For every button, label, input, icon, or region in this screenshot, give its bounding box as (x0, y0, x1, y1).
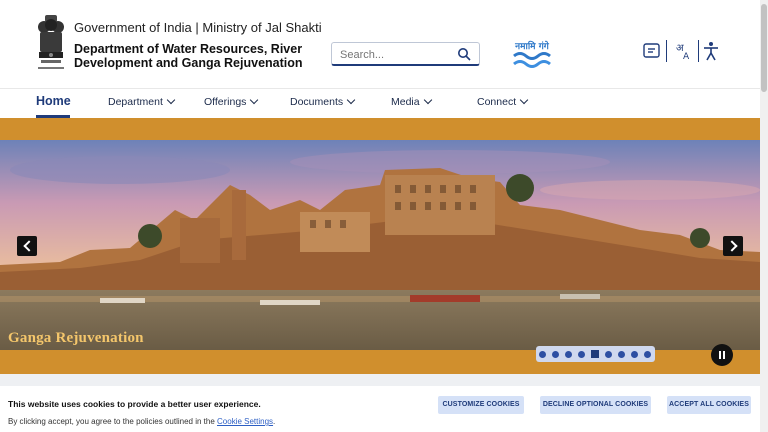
carousel-dot[interactable] (539, 351, 546, 358)
cookie-banner: This website uses cookies to provide a b… (0, 386, 760, 432)
chevron-down-icon (423, 95, 432, 105)
nav-media-label: Media (391, 96, 420, 108)
accept-cookies-button[interactable]: ACCEPT ALL COOKIES (667, 396, 751, 414)
slide-caption: Ganga Rejuvenation (8, 330, 144, 346)
decline-cookies-button[interactable]: DECLINE OPTIONAL COOKIES (540, 396, 651, 414)
carousel-dot[interactable] (578, 351, 585, 358)
cookie-text-before: By clicking accept, you agree to the pol… (8, 417, 218, 426)
department-title[interactable]: Department of Water Resources, River Dev… (74, 42, 324, 70)
nav-department-label: Department (108, 96, 163, 108)
carousel-dot[interactable] (565, 351, 572, 358)
national-emblem-icon[interactable] (34, 13, 68, 75)
cookie-settings-link[interactable]: Cookie Settings (217, 417, 273, 426)
cookie-text: By clicking accept, you agree to the pol… (8, 417, 275, 426)
sitemap-icon[interactable] (642, 40, 662, 62)
chevron-down-icon (346, 95, 356, 105)
accessibility-icon[interactable] (702, 40, 720, 62)
chevron-down-icon (250, 95, 259, 105)
main-navigation: Home Department Offerings Documents Medi… (0, 88, 760, 119)
cookie-title: This website uses cookies to provide a b… (8, 399, 261, 409)
svg-text:नमामि गंगे: नमामि गंगे (514, 40, 550, 52)
carousel-dot[interactable] (605, 351, 612, 358)
language-icon[interactable]: अ A (673, 40, 695, 62)
nav-connect[interactable]: Connect (477, 95, 529, 108)
nav-documents[interactable]: Documents (290, 95, 356, 108)
nav-department[interactable]: Department (108, 95, 176, 108)
hero-top-band (0, 118, 760, 140)
customize-cookies-button[interactable]: CUSTOMIZE COOKIES (438, 396, 524, 414)
section-spacer (0, 374, 760, 386)
divider (666, 40, 667, 62)
chevron-down-icon (519, 95, 529, 105)
svg-text:A: A (683, 52, 690, 62)
carousel-pause-button[interactable] (711, 344, 733, 366)
carousel-prev-button[interactable] (17, 236, 37, 256)
scrollbar-thumb[interactable] (761, 4, 767, 92)
nav-home[interactable]: Home (36, 94, 71, 108)
cookie-text-after: . (273, 417, 276, 426)
carousel-indicators (536, 346, 655, 362)
carousel-next-button[interactable] (723, 236, 743, 256)
government-title: Government of India | Ministry of Jal Sh… (74, 20, 322, 35)
nav-offerings-label: Offerings (204, 96, 247, 108)
carousel-dot[interactable] (644, 351, 651, 358)
site-header: Government of India | Ministry of Jal Sh… (0, 0, 760, 88)
carousel-dot[interactable] (618, 351, 625, 358)
nav-documents-label: Documents (290, 96, 344, 108)
search-icon[interactable] (457, 47, 471, 61)
search-box[interactable] (331, 42, 480, 66)
carousel-dot[interactable] (631, 351, 638, 358)
divider (698, 40, 699, 62)
carousel-dot-active[interactable] (591, 350, 599, 358)
search-input[interactable] (338, 46, 452, 64)
namami-gange-logo[interactable]: नमामि गंगे (506, 36, 558, 70)
nav-media[interactable]: Media (391, 95, 432, 108)
nav-offerings[interactable]: Offerings (204, 95, 259, 108)
hero-banner-image (0, 140, 760, 350)
nav-connect-label: Connect (477, 96, 517, 108)
chevron-down-icon (166, 95, 176, 105)
carousel-dot[interactable] (552, 351, 559, 358)
